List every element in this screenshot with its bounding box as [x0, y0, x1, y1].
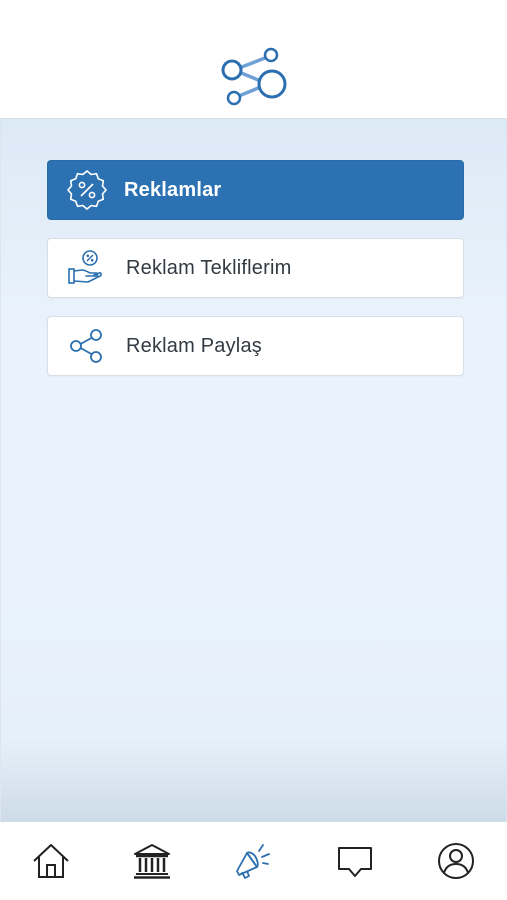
discount-badge-icon: [66, 169, 108, 211]
megaphone-icon: [236, 844, 271, 879]
menu-item-label: Reklamlar: [124, 178, 222, 201]
share-network-icon: [221, 47, 287, 106]
main-content: Reklamlar Reklam Tekliflerim Reklam Payl…: [0, 118, 507, 822]
nav-messages[interactable]: [325, 831, 385, 891]
hand-offer-icon: [66, 247, 108, 289]
menu-item-label: Reklam Paylaş: [126, 334, 262, 357]
nav-advertisements[interactable]: [223, 831, 283, 891]
bottom-navigation: [0, 822, 507, 900]
app-header: [0, 0, 507, 118]
menu-item-reklam-tekliflerim[interactable]: Reklam Tekliflerim: [47, 238, 464, 298]
menu-item-label: Reklam Tekliflerim: [126, 256, 292, 279]
bank-icon: [134, 844, 171, 879]
menu-item-reklam-paylas[interactable]: Reklam Paylaş: [47, 316, 464, 376]
nav-profile[interactable]: [426, 831, 486, 891]
chat-icon: [337, 847, 372, 877]
menu-item-reklamlar[interactable]: Reklamlar: [47, 160, 464, 220]
share-icon: [66, 325, 108, 367]
nav-home[interactable]: [21, 831, 81, 891]
profile-icon: [438, 843, 475, 879]
nav-bank[interactable]: [122, 831, 182, 891]
home-icon: [33, 844, 69, 878]
